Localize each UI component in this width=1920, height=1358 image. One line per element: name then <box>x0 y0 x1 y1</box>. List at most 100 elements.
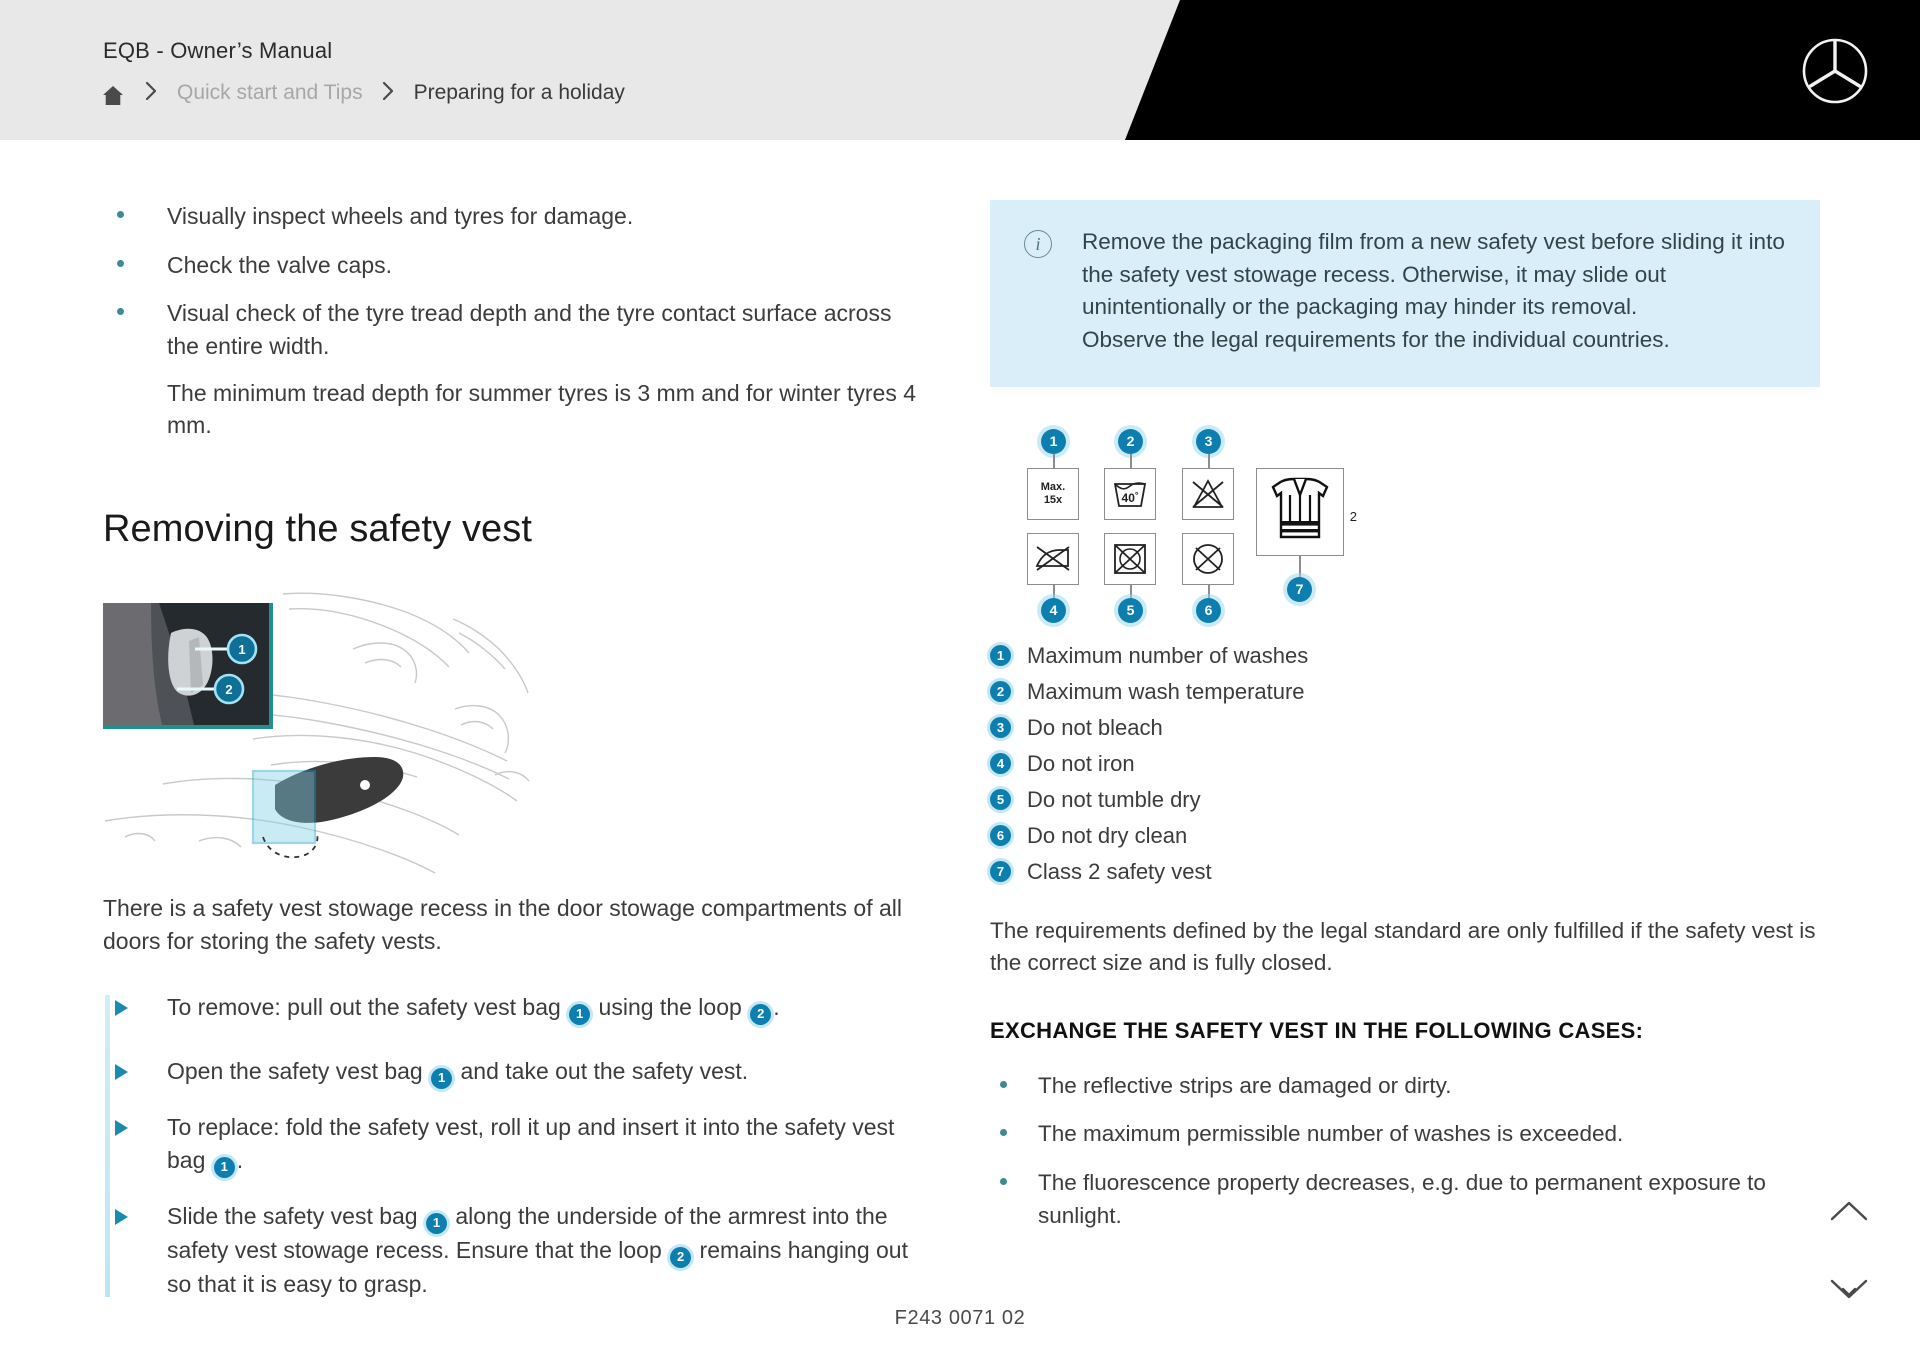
bullet-dot-icon <box>1000 1129 1007 1137</box>
left-column: Visually inspect wheels and tyres for da… <box>103 200 923 1323</box>
legend-badge-6: 6 <box>990 825 1011 846</box>
legend-badge-3: 3 <box>990 717 1011 738</box>
legend-label: Maximum wash temperature <box>1027 678 1305 704</box>
exchange-cases-title: EXCHANGE THE SAFETY VEST IN THE FOLLOWIN… <box>990 1017 1644 1043</box>
bullet-dot-icon <box>117 211 124 218</box>
triangle-bullet-icon <box>115 1000 128 1017</box>
legend-label: Class 2 safety vest <box>1027 858 1212 884</box>
legend-badge-5: 5 <box>990 789 1011 810</box>
action-text: Slide the safety vest bag <box>167 1202 424 1229</box>
legend-badge-1: 1 <box>990 645 1011 666</box>
leader-line <box>1208 453 1210 468</box>
case-text: The reflective strips are damaged or dir… <box>1038 1072 1452 1098</box>
callout-badge-1: 1 <box>569 1004 591 1026</box>
symbol-badge-6: 6 <box>1196 597 1221 623</box>
breadcrumb-item-quick-start[interactable]: Quick start and Tips <box>177 81 363 105</box>
figure-code: F243 0071 02 <box>894 1307 1026 1329</box>
callout-badge-1: 1 <box>431 1067 453 1089</box>
page-title: EQB - Owner’s Manual <box>103 38 333 63</box>
door-stowage-illustration: 1 2 <box>103 589 533 874</box>
legend-label: Do not iron <box>1027 750 1135 776</box>
exchange-cases-list: The reflective strips are damaged or dir… <box>990 1070 1820 1233</box>
list-item: Visually inspect wheels and tyres for da… <box>103 200 923 233</box>
requirements-paragraph: The requirements defined by the legal st… <box>990 917 1816 976</box>
list-item: 2 Maximum wash temperature <box>990 679 1820 705</box>
leader-line <box>1053 453 1055 468</box>
callout-badge-1: 1 <box>213 1156 235 1178</box>
symbol-badge-1: 1 <box>1041 428 1066 454</box>
checklist-text: Check the valve caps. <box>167 251 393 278</box>
case-text: The fluorescence property decreases, e.g… <box>1038 1170 1766 1228</box>
max-washes-text: Max. 15x <box>1041 481 1065 505</box>
max-washes-line2: 15x <box>1043 493 1063 506</box>
list-item: Visual check of the tyre tread depth and… <box>103 297 923 442</box>
leader-line <box>1053 584 1055 599</box>
action-text: To replace: fold the safety vest, roll i… <box>167 1113 895 1174</box>
legend-badge-7: 7 <box>990 861 1011 882</box>
max-washes-line1: Max. <box>1040 481 1066 494</box>
home-icon[interactable] <box>100 80 126 106</box>
arrow-down-collapse-icon <box>1829 1276 1869 1307</box>
list-item: To remove: pull out the safety vest bag … <box>103 991 923 1026</box>
leader-line <box>1130 453 1132 468</box>
symbol-max-washes: Max. 15x <box>1027 467 1079 520</box>
symbol-do-not-dry-clean <box>1182 532 1234 585</box>
symbol-badge-2: 2 <box>1118 428 1143 454</box>
care-symbols-diagram: 1 2 3 Max. 15x 40° 4 5 6 2 7 <box>1014 428 1374 623</box>
mercedes-star-icon <box>1800 36 1870 106</box>
svg-text:2: 2 <box>225 682 232 697</box>
list-item: Check the valve caps. <box>103 249 923 282</box>
action-text: To remove: pull out the safety vest bag <box>167 994 568 1021</box>
legend-label: Do not bleach <box>1027 714 1163 740</box>
list-item: 1 Maximum number of washes <box>990 643 1820 669</box>
right-column: i Remove the packaging film from a new s… <box>990 200 1820 1248</box>
triangle-bullet-icon <box>115 1064 128 1081</box>
wash-temp-value: 40 <box>1122 491 1136 505</box>
symbol-wash-temperature: 40° <box>1104 467 1156 520</box>
list-item: 7 Class 2 safety vest <box>990 859 1820 885</box>
vest-class-number: 2 <box>1349 508 1357 524</box>
list-item: Slide the safety vest bag 1 along the un… <box>103 1200 923 1301</box>
symbol-do-not-bleach <box>1182 467 1234 520</box>
list-item: Open the safety vest bag 1 and take out … <box>103 1055 923 1089</box>
list-item: The maximum permissible number of washes… <box>990 1118 1820 1151</box>
action-text: Open the safety vest bag <box>167 1058 430 1085</box>
leader-line <box>1299 555 1301 578</box>
callout-badge-1: 1 <box>426 1212 447 1234</box>
svg-text:40°: 40° <box>1122 490 1139 505</box>
symbol-badge-3: 3 <box>1196 428 1221 454</box>
intro-paragraph: There is a safety vest stowage recess in… <box>103 894 902 954</box>
list-item: The fluorescence property decreases, e.g… <box>990 1167 1820 1232</box>
callout-badge-2: 2 <box>670 1246 692 1268</box>
action-steps: To remove: pull out the safety vest bag … <box>103 991 923 1301</box>
action-text: using the loop <box>592 994 749 1021</box>
breadcrumb: Quick start and Tips Preparing for a hol… <box>100 80 625 106</box>
breadcrumb-item-current[interactable]: Preparing for a holiday <box>414 81 625 105</box>
triangle-bullet-icon <box>115 1119 128 1136</box>
legend-badge-4: 4 <box>990 753 1011 774</box>
svg-text:1: 1 <box>238 642 245 657</box>
symbol-do-not-tumble-dry <box>1104 532 1156 585</box>
symbol-class-2-vest: 2 <box>1256 467 1357 556</box>
bullet-dot-icon <box>117 308 124 316</box>
tread-depth-note: The minimum tread depth for summer tyres… <box>167 379 917 439</box>
list-item: 6 Do not dry clean <box>990 823 1820 849</box>
list-item: 5 Do not tumble dry <box>990 787 1820 813</box>
bullet-dot-icon <box>117 259 124 267</box>
info-note-box: i Remove the packaging film from a new s… <box>990 200 1820 387</box>
symbol-badge-4: 4 <box>1041 597 1066 623</box>
manual-page: EQB - Owner’s Manual Quick start and Tip… <box>0 0 1920 1358</box>
info-icon: i <box>1024 230 1052 258</box>
breadcrumb-separator-1 <box>145 81 158 105</box>
header-black-banner <box>1125 0 1920 140</box>
list-item: The reflective strips are damaged or dir… <box>990 1070 1820 1103</box>
symbol-do-not-iron <box>1027 532 1079 585</box>
action-text: . <box>236 1147 244 1174</box>
legend-label: Maximum number of washes <box>1027 642 1309 668</box>
chevron-up-icon <box>1829 1198 1869 1229</box>
scroll-to-top-button[interactable] <box>1826 1190 1872 1236</box>
info-note-text: Remove the packaging film from a new saf… <box>1082 229 1785 352</box>
action-text: . <box>773 994 780 1021</box>
leader-line <box>1130 584 1132 599</box>
symbol-badge-5: 5 <box>1118 597 1143 623</box>
